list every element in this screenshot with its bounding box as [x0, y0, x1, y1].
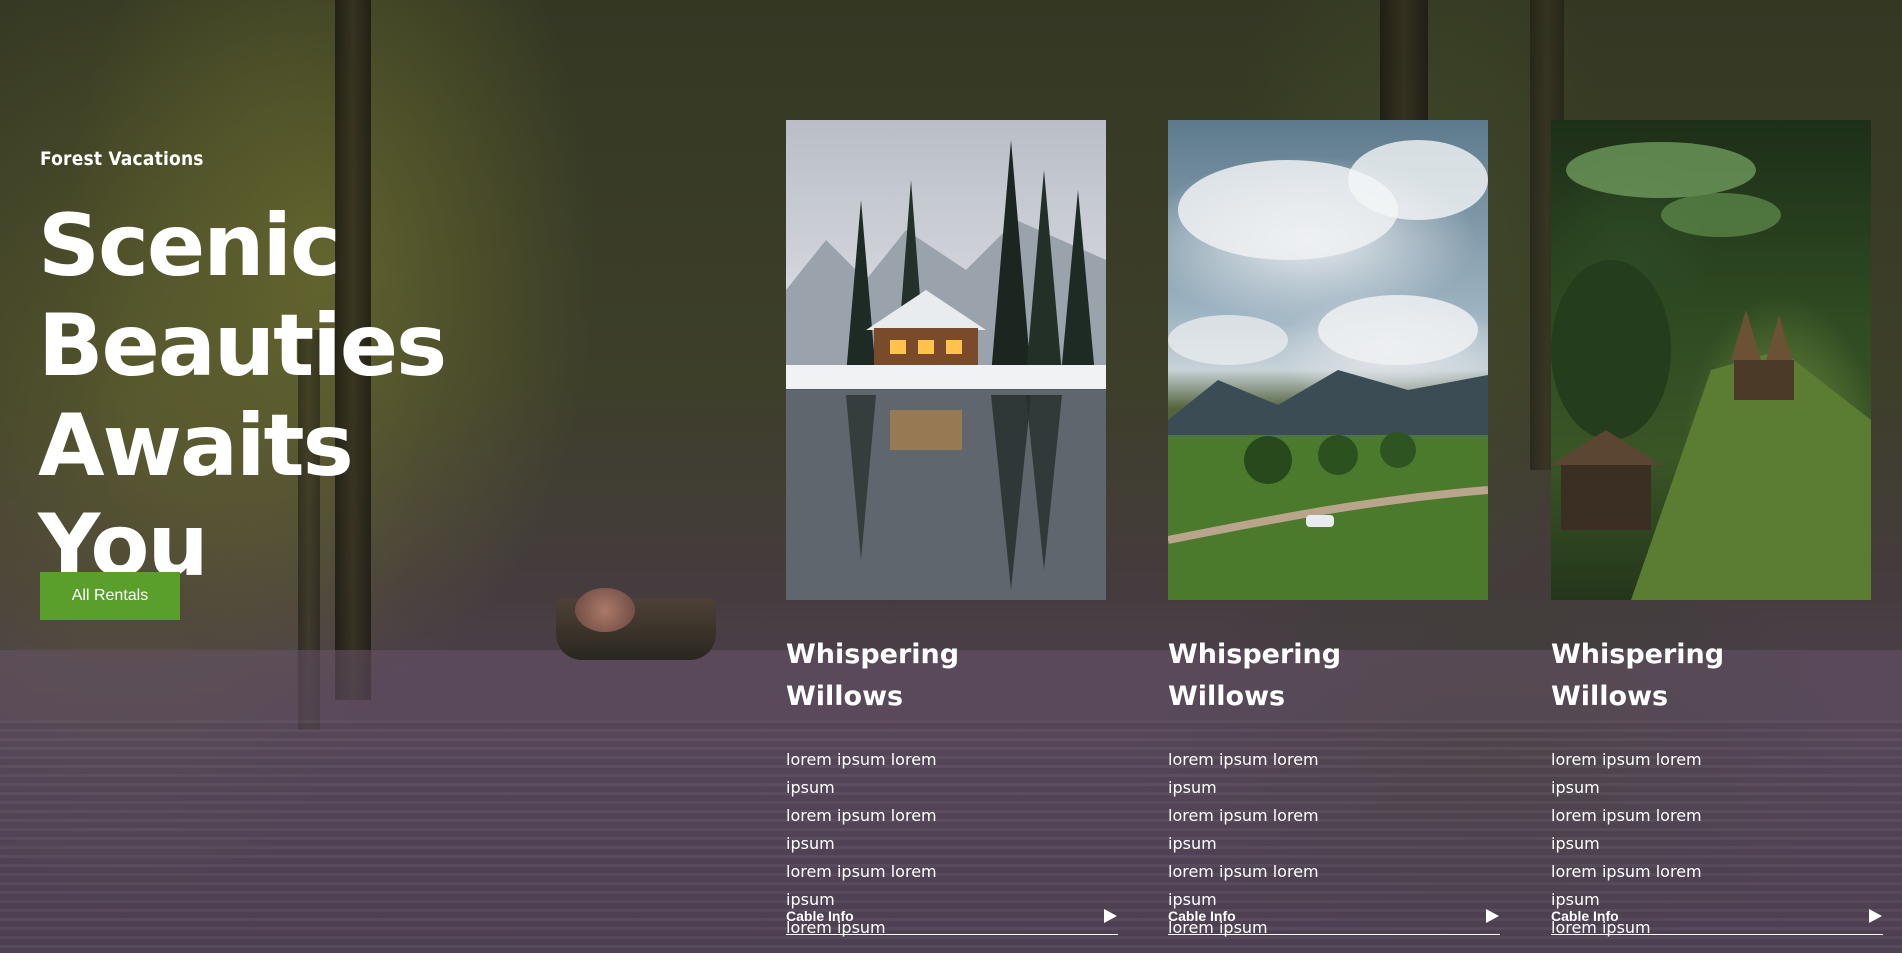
cable-info-label: Cable Info	[1551, 908, 1619, 924]
rental-title-line: Willows	[1168, 681, 1286, 712]
headline-line: Awaits You	[38, 396, 354, 596]
rental-title-line: Whispering	[1551, 639, 1725, 670]
play-icon[interactable]	[1102, 908, 1118, 924]
rental-card: Whispering Willows lorem ipsum lorem ips…	[1551, 120, 1885, 942]
cable-info-link[interactable]: Cable Info	[786, 898, 1118, 935]
rental-title: Whispering Willows	[1168, 634, 1388, 718]
cable-info-link[interactable]: Cable Info	[1551, 898, 1883, 935]
rental-photo-jungle-treehouse[interactable]	[1551, 120, 1871, 600]
rental-title-line: Whispering	[786, 639, 960, 670]
description-line: lorem ipsum lorem ipsum	[786, 806, 937, 853]
rental-title: Whispering Willows	[1551, 634, 1771, 718]
all-rentals-button[interactable]: All Rentals	[40, 572, 180, 620]
mountain-valley-illustration	[1168, 140, 1488, 600]
description-line: lorem ipsum lorem ipsum	[1551, 806, 1702, 853]
rental-title: Whispering Willows	[786, 634, 1006, 718]
hero-eyebrow: Forest Vacations	[40, 148, 204, 170]
cable-info-label: Cable Info	[786, 908, 854, 924]
rental-title-line: Willows	[786, 681, 904, 712]
rental-title-line: Willows	[1551, 681, 1669, 712]
rental-card: Whispering Willows lorem ipsum lorem ips…	[1168, 120, 1502, 942]
play-icon[interactable]	[1867, 908, 1883, 924]
description-line: lorem ipsum lorem ipsum	[1168, 806, 1319, 853]
description-line: lorem ipsum lorem ipsum	[1551, 750, 1702, 797]
rental-card: Whispering Willows lorem ipsum lorem ips…	[786, 120, 1120, 942]
description-line: lorem ipsum lorem ipsum	[1168, 750, 1319, 797]
cable-info-label: Cable Info	[1168, 908, 1236, 924]
description-line: lorem ipsum lorem ipsum	[786, 750, 937, 797]
hero-headline: Scenic Beauties Awaits You	[38, 196, 478, 596]
rental-photo-snowy-cabin[interactable]	[786, 120, 1106, 600]
play-icon[interactable]	[1484, 908, 1500, 924]
headline-line: Beauties	[38, 296, 447, 396]
rental-photo-mountain-valley[interactable]	[1168, 120, 1488, 600]
headline-line: Scenic	[38, 196, 341, 296]
cable-info-link[interactable]: Cable Info	[1168, 898, 1500, 935]
snowy-cabin-illustration	[786, 140, 1106, 600]
rental-title-line: Whispering	[1168, 639, 1342, 670]
jungle-treehouse-illustration	[1551, 142, 1871, 600]
